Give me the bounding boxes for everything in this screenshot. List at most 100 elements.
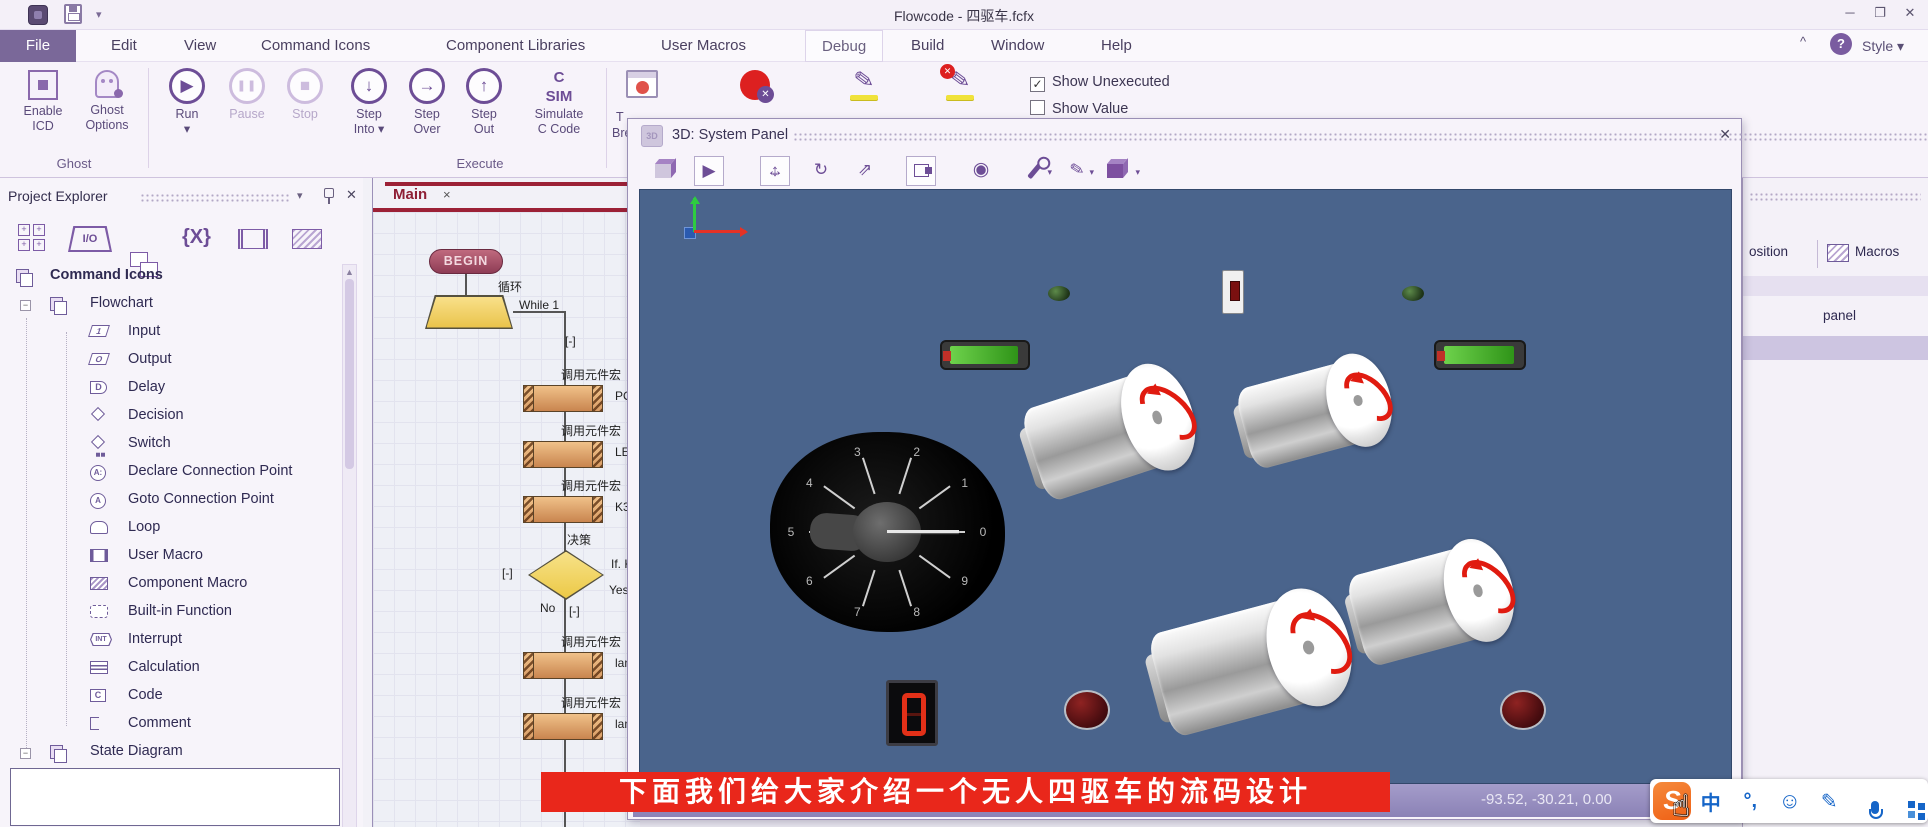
highlight-pencil-button[interactable]: ✎	[834, 66, 896, 104]
step-over-button[interactable]: → Step Over	[396, 66, 458, 137]
scroll-up-icon[interactable]: ▲	[343, 267, 356, 277]
cube-material-icon[interactable]: ▾	[1102, 156, 1132, 186]
collapse-marker[interactable]: [-]	[502, 566, 513, 580]
menu-item-debug[interactable]: Debug	[805, 30, 883, 62]
flow-component-macro-node[interactable]	[523, 496, 603, 523]
show-unexecuted-checkbox[interactable]: ✓Show Unexecuted	[1030, 74, 1170, 94]
green-dot-object[interactable]	[1048, 286, 1070, 301]
wrench-icon[interactable]: ▾	[1020, 156, 1050, 186]
minimize-button[interactable]: ─	[1838, 5, 1862, 20]
seven-segment-display[interactable]	[886, 680, 938, 746]
flow-component-macro-node[interactable]	[523, 441, 603, 468]
3d-play-button[interactable]: ▶	[694, 156, 724, 186]
clear-breakpoints-button[interactable]	[724, 66, 786, 104]
red-button-object[interactable]	[1064, 690, 1110, 730]
selection-box-icon[interactable]	[906, 156, 936, 186]
output-icon: O	[88, 353, 110, 365]
show-value-checkbox[interactable]: Show Value	[1030, 100, 1128, 120]
flow-component-macro-node[interactable]	[523, 652, 603, 679]
tree-scrollbar[interactable]: ▲ ▼	[342, 264, 357, 827]
menu-item-command-icons[interactable]: Command Icons	[245, 30, 386, 62]
3d-panel-titlebar[interactable]: 3D 3D: System Panel ✕	[628, 119, 1741, 153]
tab-main[interactable]: Main	[393, 186, 427, 203]
panel-grip-texture[interactable]	[1749, 192, 1921, 202]
menu-item-user-macros[interactable]: User Macros	[645, 30, 762, 62]
collapse-marker[interactable]: [-]	[565, 334, 576, 348]
ime-language-toggle[interactable]: 中	[1691, 787, 1731, 816]
project-explorer-header[interactable]: Project Explorer ▾ ✕	[0, 186, 365, 210]
switch-object[interactable]	[1222, 270, 1244, 314]
io-button[interactable]	[68, 226, 112, 252]
position-panel-label[interactable]: osition	[1749, 244, 1788, 259]
enable-icd-button[interactable]: Enable ICD	[12, 66, 74, 134]
move-tool-icon[interactable]: ↔↕	[760, 156, 790, 186]
panel-row[interactable]	[1743, 276, 1928, 296]
3d-panel-close-icon[interactable]: ✕	[1719, 126, 1731, 143]
menu-item-build[interactable]: Build	[895, 30, 960, 62]
menu-item-file[interactable]: File	[0, 30, 76, 62]
green-led-bar-object[interactable]	[940, 340, 1030, 370]
menu-item-help[interactable]: Help	[1085, 30, 1148, 62]
panel-grip-texture[interactable]	[793, 132, 1928, 141]
icon-grid-button[interactable]: ++++	[18, 224, 46, 252]
rotary-dial-object[interactable]: 0123456789	[770, 432, 1005, 632]
clear-highlight-pencil-button[interactable]: ✎✕	[930, 66, 992, 104]
close-button[interactable]: ✕	[1898, 5, 1922, 21]
green-led-bar-object[interactable]	[1434, 340, 1526, 370]
panel-grip-texture[interactable]	[140, 193, 290, 203]
menu-item-view[interactable]: View	[168, 30, 232, 62]
macros-panel-label[interactable]: Macros	[1855, 244, 1899, 259]
collapse-toggle-icon[interactable]: −	[20, 300, 31, 311]
rotate-tool-icon[interactable]: ↻	[806, 156, 836, 186]
green-dot-object[interactable]	[1402, 286, 1424, 301]
collapse-toggle-icon[interactable]: −	[20, 748, 31, 759]
simulate-c-code-button[interactable]: C SIM Simulate C Code	[528, 66, 590, 137]
tab-close-icon[interactable]: ×	[443, 187, 451, 202]
flowchart-canvas[interactable]: BEGIN 循环 While 1 [-] 调用元件宏PO调用元件宏LE调用元件宏…	[373, 212, 640, 827]
style-button[interactable]: Style ▾	[1862, 38, 1904, 62]
brush-icon[interactable]: ✎▾	[1062, 156, 1092, 186]
menu-item-edit[interactable]: Edit	[95, 30, 153, 62]
motor-object[interactable]	[1145, 579, 1364, 745]
panel-row-selected[interactable]	[1743, 336, 1928, 360]
run-button[interactable]: ▶ Run ▾	[156, 66, 218, 137]
emoji-icon[interactable]: ☺	[1770, 788, 1810, 814]
scale-tool-icon[interactable]: ⇗	[850, 156, 880, 186]
ghost-options-button[interactable]: Ghost Options	[76, 66, 138, 133]
flow-loop-node[interactable]	[425, 295, 513, 329]
variables-button[interactable]: {X}	[182, 226, 211, 249]
step-out-button[interactable]: ↑ Step Out	[453, 66, 515, 137]
scrollbar-thumb[interactable]	[345, 279, 354, 469]
motor-object[interactable]	[1343, 531, 1525, 674]
ribbon-collapse-caret[interactable]: ^	[1800, 34, 1806, 58]
stop-button[interactable]: ■ Stop	[274, 66, 336, 122]
handwriting-pen-icon[interactable]: ✎	[1810, 789, 1850, 814]
motor-object[interactable]	[1017, 354, 1208, 510]
flow-component-macro-node[interactable]	[523, 713, 603, 740]
3d-viewport[interactable]: 0123456789	[639, 189, 1732, 784]
pin-icon[interactable]	[324, 188, 334, 198]
3d-mode-icon[interactable]	[650, 156, 680, 186]
chevron-down-icon[interactable]: ▾	[297, 189, 303, 202]
component-macro-button[interactable]	[292, 229, 322, 249]
window-titlebar: ▾ Flowcode - 四驱车.fcfx ─ ❐ ✕	[0, 0, 1928, 30]
motor-object[interactable]	[1232, 346, 1401, 477]
menu-item-component-libraries[interactable]: Component Libraries	[430, 30, 601, 62]
flow-component-macro-node[interactable]	[523, 385, 603, 412]
menu-item-window[interactable]: Window	[975, 30, 1060, 62]
maximize-button[interactable]: ❐	[1868, 5, 1892, 21]
step-into-button[interactable]: ↓ Step Into ▾	[338, 66, 400, 137]
ime-punctuation-toggle[interactable]: °,	[1731, 790, 1771, 813]
checkbox-unchecked-icon[interactable]	[1030, 100, 1045, 115]
red-button-object[interactable]	[1500, 690, 1546, 730]
checkbox-checked-icon[interactable]: ✓	[1030, 77, 1045, 92]
collapse-marker[interactable]: [-]	[569, 604, 580, 618]
user-macro-button[interactable]	[238, 229, 268, 249]
flow-begin-node[interactable]: BEGIN	[429, 249, 503, 274]
help-icon[interactable]: ?	[1830, 33, 1852, 55]
panel-close-icon[interactable]: ✕	[346, 187, 357, 203]
eye-icon[interactable]: ◉	[966, 156, 996, 186]
toggle-breakpoint-button[interactable]	[614, 66, 670, 102]
pause-button[interactable]: ❚❚ Pause	[216, 66, 278, 122]
flow-decision-node[interactable]	[528, 550, 604, 600]
